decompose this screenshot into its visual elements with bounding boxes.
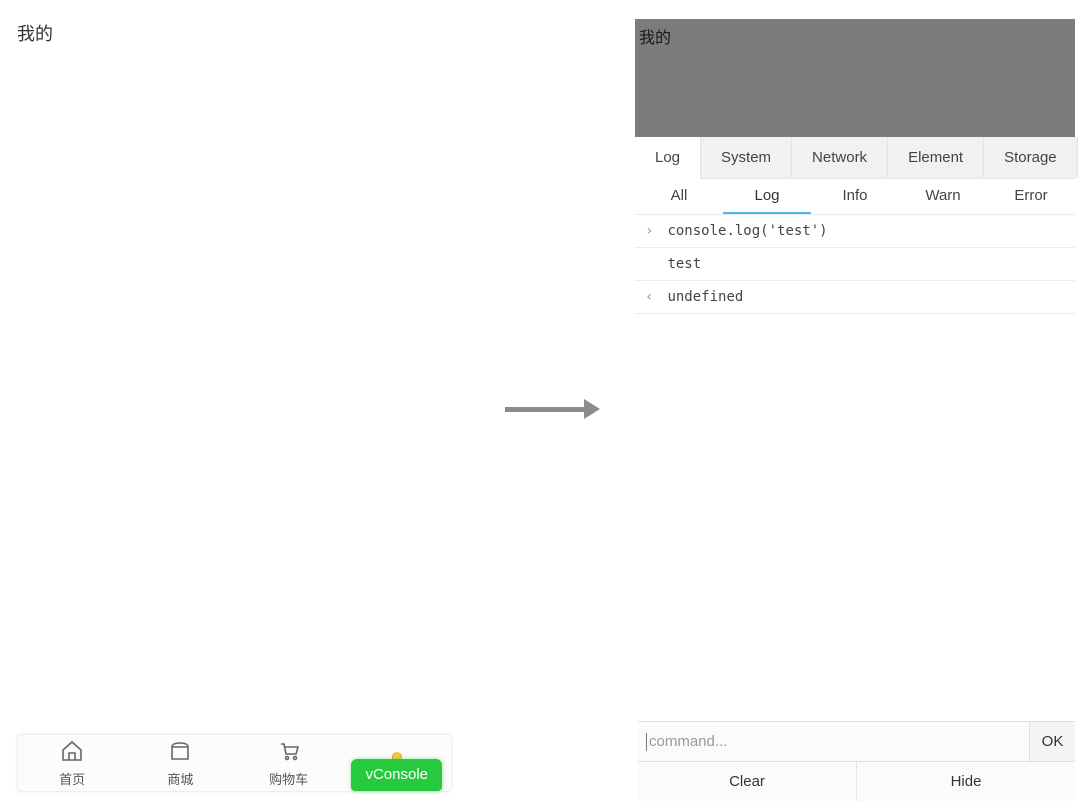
clear-button[interactable]: Clear xyxy=(638,762,857,801)
nav-item-mall[interactable]: 商城 xyxy=(126,739,234,788)
page-title: 我的 xyxy=(639,24,671,48)
log-marker: › xyxy=(645,223,659,239)
text-caret-icon xyxy=(646,733,647,751)
page-title: 我的 xyxy=(17,20,53,46)
command-bar: command... OK xyxy=(638,721,1075,761)
log-output: › console.log('test') test ‹ undefined xyxy=(635,215,1075,314)
nav-label: 购物车 xyxy=(269,769,308,788)
arrow-line xyxy=(505,407,584,412)
log-row: › console.log('test') xyxy=(635,215,1075,248)
nav-label: 商城 xyxy=(167,769,193,788)
command-placeholder: command... xyxy=(649,733,727,750)
vconsole-main-tabs: Log System Network Element Storage xyxy=(635,137,1075,179)
command-input[interactable]: command... xyxy=(638,722,1029,761)
nav-label: 首页 xyxy=(59,769,85,788)
log-row: test xyxy=(635,248,1075,281)
nav-item-home[interactable]: 首页 xyxy=(18,739,126,788)
cart-icon xyxy=(277,739,301,766)
vconsole-button[interactable]: vConsole xyxy=(351,759,442,791)
arrow-head-icon xyxy=(584,399,600,419)
subtab-warn[interactable]: Warn xyxy=(899,179,987,214)
bottom-nav-bar: 首页 商城 购物车 xyxy=(17,734,452,792)
left-phone-state: 我的 首页 商城 xyxy=(0,0,455,800)
subtab-log[interactable]: Log xyxy=(723,179,811,214)
subtab-error[interactable]: Error xyxy=(987,179,1075,214)
log-row: ‹ undefined xyxy=(635,281,1075,314)
tab-log[interactable]: Log xyxy=(635,137,701,179)
console-action-bar: Clear Hide xyxy=(638,761,1075,801)
log-text: test xyxy=(667,256,701,272)
right-header: 我的 xyxy=(635,19,1075,137)
transition-arrow xyxy=(505,398,600,420)
subtab-all[interactable]: All xyxy=(635,179,723,214)
tab-element[interactable]: Element xyxy=(888,137,984,178)
nav-item-cart[interactable]: 购物车 xyxy=(235,739,343,788)
log-text: console.log('test') xyxy=(667,223,827,239)
right-phone-state: 我的 Log System Network Element Storage Al… xyxy=(635,19,1075,801)
tab-network[interactable]: Network xyxy=(792,137,888,178)
ok-button[interactable]: OK xyxy=(1029,722,1075,761)
home-icon xyxy=(60,739,84,766)
subtab-info[interactable]: Info xyxy=(811,179,899,214)
tab-storage[interactable]: Storage xyxy=(984,137,1078,178)
store-icon xyxy=(168,739,192,766)
hide-button[interactable]: Hide xyxy=(857,762,1075,801)
log-text: undefined xyxy=(667,289,743,305)
vconsole-sub-tabs: All Log Info Warn Error xyxy=(635,179,1075,215)
log-marker: ‹ xyxy=(645,289,659,305)
tab-system[interactable]: System xyxy=(701,137,792,178)
